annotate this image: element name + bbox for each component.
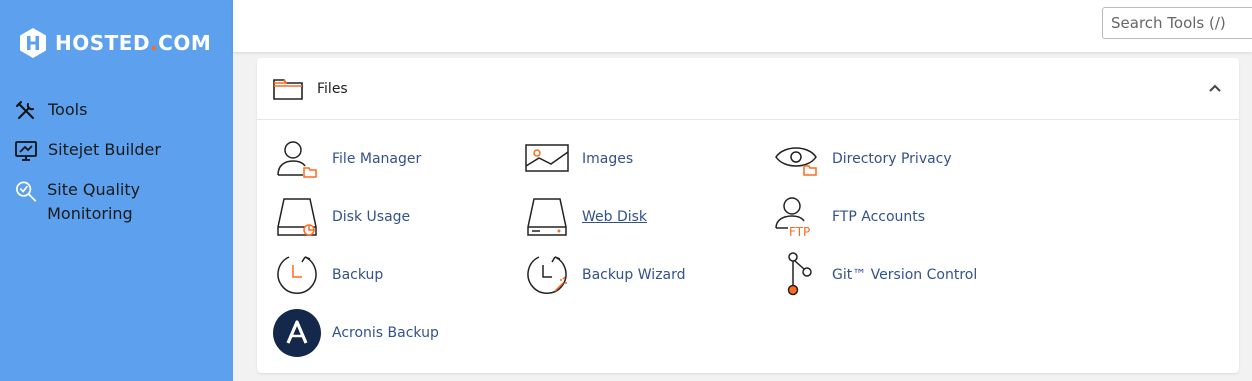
hosted-logo-icon xyxy=(20,28,46,58)
eye-folder-icon xyxy=(775,147,817,176)
tool-label: Backup Wizard xyxy=(582,267,686,283)
tool-label: Disk Usage xyxy=(332,209,411,225)
tool-backup[interactable]: Backup xyxy=(272,250,383,300)
sidebar-nav: Tools Sitejet Builder Site Quality Monit… xyxy=(14,98,224,234)
magnifier-check-icon xyxy=(16,181,37,202)
tool-label: Git™ Version Control xyxy=(832,267,978,283)
tool-git-version-control[interactable]: Git™ Version Control xyxy=(772,250,977,300)
search-tools-input[interactable] xyxy=(1102,7,1252,39)
acronis-icon xyxy=(273,309,321,357)
svg-text:FTP: FTP xyxy=(789,225,810,238)
sidebar-item-site-quality-monitoring[interactable]: Site Quality Monitoring xyxy=(14,178,224,234)
tool-label: Images xyxy=(582,151,634,167)
tool-label: Acronis Backup xyxy=(332,325,439,341)
git-branch-icon xyxy=(787,252,812,296)
sidebar-item-label: Sitejet Builder xyxy=(48,140,161,159)
sidebar-item-tools[interactable]: Tools xyxy=(14,98,224,138)
tool-ftp-accounts[interactable]: FTP FTP Accounts xyxy=(772,192,925,242)
sidebar-item-label: Tools xyxy=(48,100,88,119)
folder-icon xyxy=(273,78,303,100)
sidebar-item-sitejet-builder[interactable]: Sitejet Builder xyxy=(14,138,224,178)
tool-label: Backup xyxy=(332,267,384,283)
tool-acronis-backup[interactable]: Acronis Backup xyxy=(272,308,439,358)
tool-label: Directory Privacy xyxy=(832,151,952,167)
files-panel: Files File Manager Images Directory Priv… xyxy=(257,58,1239,373)
brand-name: HOSTED.COM xyxy=(55,31,212,55)
tool-label: File Manager xyxy=(332,151,422,167)
tool-images[interactable]: Images xyxy=(522,134,633,184)
tool-directory-privacy[interactable]: Directory Privacy xyxy=(772,134,952,184)
tool-web-disk[interactable]: Web Disk xyxy=(522,192,647,242)
brand-logo[interactable]: HOSTED.COM xyxy=(17,27,211,59)
chevron-up-icon[interactable] xyxy=(1207,80,1223,96)
image-icon xyxy=(525,144,569,172)
tool-label: FTP Accounts xyxy=(832,209,926,225)
disk-usage-icon xyxy=(277,198,317,236)
sidebar-item-label: Site Quality Monitoring xyxy=(47,180,141,223)
user-folder-icon xyxy=(277,141,317,178)
clock-icon xyxy=(277,256,317,294)
tools-icon xyxy=(16,101,34,119)
tool-disk-usage[interactable]: Disk Usage xyxy=(272,192,410,242)
top-header xyxy=(233,0,1252,52)
monitor-icon xyxy=(15,141,37,161)
web-disk-icon xyxy=(527,198,567,236)
panel-title: Files xyxy=(317,80,348,97)
tool-file-manager[interactable]: File Manager xyxy=(272,134,421,184)
tool-backup-wizard[interactable]: Backup Wizard xyxy=(522,250,686,300)
sidebar: HOSTED.COM Tools Sitejet Builder Site Qu… xyxy=(0,0,233,381)
ftp-user-icon: FTP xyxy=(775,197,810,238)
tool-label: Web Disk xyxy=(582,209,648,225)
clock-wand-icon xyxy=(527,256,567,294)
panel-header[interactable]: Files xyxy=(257,58,1239,120)
